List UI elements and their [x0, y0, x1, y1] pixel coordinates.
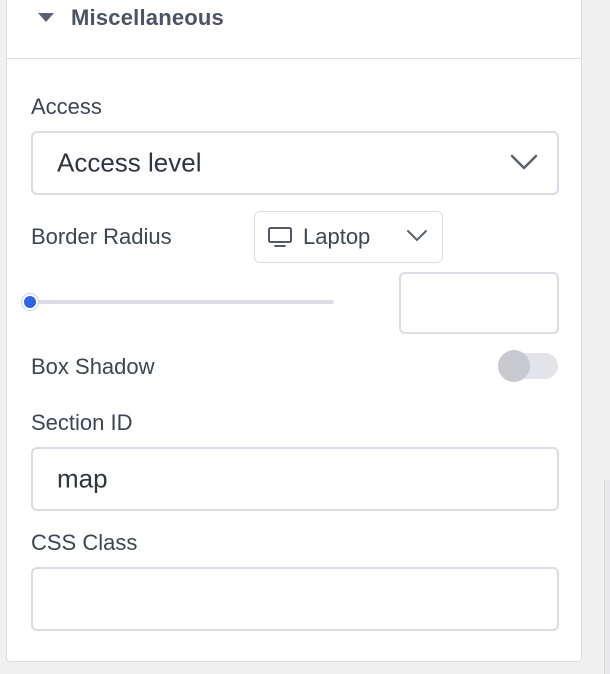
border-radius-label: Border Radius — [31, 224, 172, 249]
css-class-input[interactable] — [31, 567, 559, 631]
section-id-label: Section ID — [31, 410, 133, 435]
access-select[interactable]: Access level — [31, 131, 559, 195]
chevron-down-icon — [510, 154, 538, 170]
device-select-value: Laptop — [303, 224, 371, 249]
scrollbar[interactable] — [604, 480, 610, 674]
miscellaneous-panel: Miscellaneous Access Access level Border… — [6, 0, 582, 662]
chevron-down-icon — [407, 230, 427, 241]
border-radius-slider-track[interactable] — [30, 300, 334, 304]
access-label: Access — [31, 94, 102, 119]
caret-down-icon[interactable] — [38, 13, 54, 22]
section-id-input[interactable]: map — [31, 447, 559, 511]
border-radius-slider-thumb[interactable] — [22, 294, 38, 310]
panel-title[interactable]: Miscellaneous — [71, 5, 224, 31]
laptop-icon — [268, 227, 292, 247]
border-radius-input[interactable] — [399, 272, 559, 334]
box-shadow-toggle-knob[interactable] — [498, 350, 530, 382]
css-class-label: CSS Class — [31, 530, 138, 555]
box-shadow-label: Box Shadow — [31, 354, 155, 379]
device-select[interactable]: Laptop — [254, 211, 443, 263]
access-select-value: Access level — [57, 147, 202, 178]
section-id-value: map — [57, 463, 108, 494]
panel-header[interactable]: Miscellaneous — [7, 0, 581, 59]
